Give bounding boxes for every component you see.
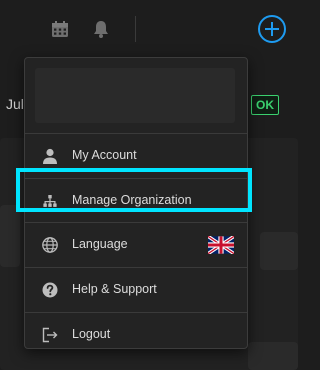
menu-item-label: Manage Organization xyxy=(72,193,192,207)
globe-icon xyxy=(42,237,58,253)
plus-circle-icon[interactable] xyxy=(256,13,288,45)
user-dropdown-menu: My Account Manage Organization Language xyxy=(24,57,248,349)
background-partial-text: Jul xyxy=(6,96,24,112)
user-icon xyxy=(43,148,57,164)
background-card xyxy=(0,205,20,267)
menu-item-logout[interactable]: Logout xyxy=(25,313,247,357)
uk-flag-icon xyxy=(208,236,234,254)
menu-item-language[interactable]: Language xyxy=(25,223,247,267)
menu-item-label: Logout xyxy=(72,327,111,341)
org-chart-icon xyxy=(43,195,57,207)
status-badge: OK xyxy=(251,95,279,115)
background-card xyxy=(260,232,298,270)
menu-item-label: Language xyxy=(72,237,128,251)
menu-item-label: My Account xyxy=(72,148,137,162)
menu-item-my-account[interactable]: My Account xyxy=(25,134,247,178)
menu-item-manage-organization[interactable]: Manage Organization xyxy=(25,179,247,223)
background-card xyxy=(248,342,298,370)
menu-item-help-support[interactable]: Help & Support xyxy=(25,268,247,312)
top-bar xyxy=(0,0,298,58)
toolbar-divider xyxy=(135,16,136,42)
menu-item-label: Help & Support xyxy=(72,282,157,296)
menu-profile-header xyxy=(35,68,235,123)
help-circle-icon xyxy=(42,282,58,298)
bell-icon[interactable] xyxy=(90,18,112,40)
logout-icon xyxy=(42,327,58,343)
calendar-icon[interactable] xyxy=(49,18,71,40)
